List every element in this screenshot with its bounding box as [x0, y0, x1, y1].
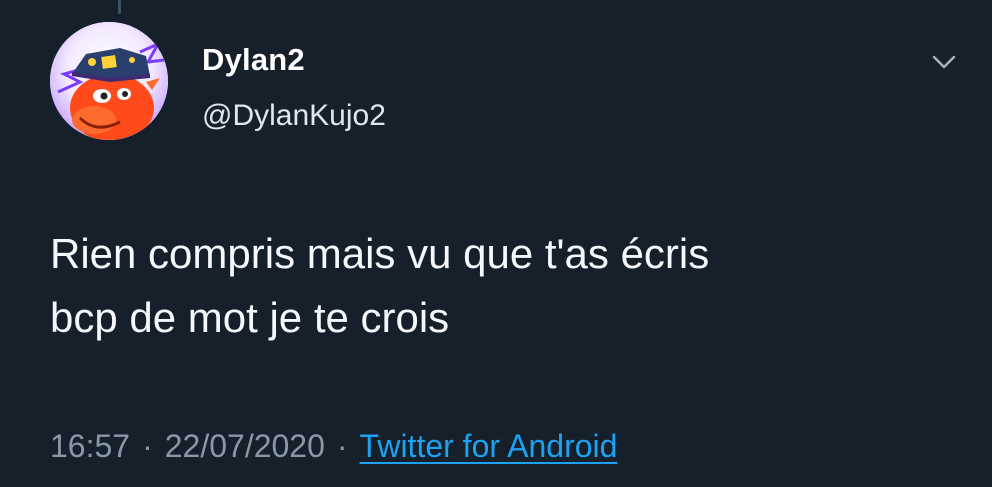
meta-separator: · — [336, 428, 348, 464]
tweet-metadata: 16:57 · 22/07/2020 · Twitter for Android — [50, 424, 617, 468]
thread-connector-line — [118, 0, 121, 14]
tweet-time[interactable]: 16:57 — [50, 428, 130, 464]
tweet-text: Rien compris mais vu que t'as écris bcp … — [50, 230, 710, 341]
display-name[interactable]: Dylan2 — [202, 42, 305, 78]
meta-separator: · — [142, 428, 153, 464]
tweet-date[interactable]: 22/07/2020 — [165, 428, 325, 464]
user-handle[interactable]: @DylanKujo2 — [202, 98, 386, 134]
tweet-source-link[interactable]: Twitter for Android — [360, 428, 618, 464]
chevron-down-icon — [932, 55, 956, 69]
avatar[interactable] — [50, 22, 168, 140]
avatar-image — [50, 22, 168, 140]
more-options-button[interactable] — [924, 48, 964, 78]
